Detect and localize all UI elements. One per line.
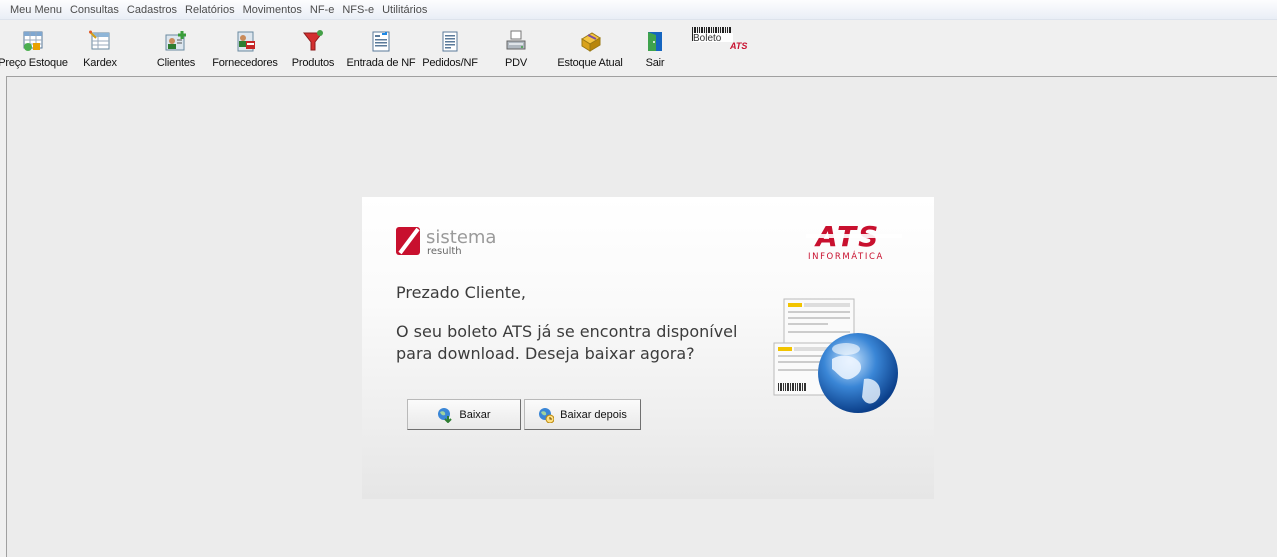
price-table-icon <box>23 31 43 51</box>
toolbar-label: Clientes <box>156 57 196 69</box>
toolbar-entrada-nf-button[interactable]: Entrada de NF <box>345 23 417 69</box>
boleto-globe-illustration <box>773 298 898 413</box>
ats-informatica-logo: ATS INFORMÁTICA <box>806 222 902 262</box>
toolbar-sair-button[interactable]: Sair <box>640 23 670 69</box>
kardex-table-icon <box>89 30 110 50</box>
suppliers-icon <box>237 31 255 52</box>
toolbar-label: Preço Estoque <box>0 57 68 69</box>
toolbar-label: Pedidos/NF <box>422 57 478 69</box>
menu-meu-menu[interactable]: Meu Menu <box>6 0 66 20</box>
toolbar-fornecedores-button[interactable]: Fornecedores <box>210 23 280 69</box>
menu-utilitarios[interactable]: Utilitários <box>378 0 431 20</box>
pos-printer-icon <box>506 30 526 50</box>
greeting-text: Prezado Cliente, <box>396 283 526 302</box>
toolbar-label: Sair <box>645 57 665 69</box>
boleto-ats-logo-icon: Boleto ATS <box>692 27 747 51</box>
toolbar: Preço Estoque Kardex Clientes Fornecedor… <box>0 20 1277 73</box>
boleto-logo-text: Boleto <box>693 33 722 44</box>
download-later-button-label: Baixar depois <box>560 408 627 421</box>
toolbar-label: PDV <box>504 57 528 69</box>
clients-icon <box>165 31 186 51</box>
exit-door-icon <box>648 32 662 51</box>
brand-left-sub: resulth <box>427 246 462 257</box>
toolbar-pdv-button[interactable]: PDV <box>496 23 536 69</box>
menu-cadastros[interactable]: Cadastros <box>123 0 181 20</box>
message-text: O seu boleto ATS já se encontra disponív… <box>396 322 738 363</box>
boleto-notification-dialog: sistema resulth ATS INFORMÁTICA Prezado … <box>362 197 934 499</box>
menu-nfse[interactable]: NFS-e <box>338 0 378 20</box>
toolbar-clientes-button[interactable]: Clientes <box>152 23 200 69</box>
download-button-label: Baixar <box>459 408 491 421</box>
globe-download-icon <box>438 407 453 423</box>
toolbar-pedidos-nf-button[interactable]: Pedidos/NF <box>420 23 480 69</box>
toolbar-label: Fornecedores <box>212 57 278 69</box>
brand-right-sub: INFORMÁTICA <box>808 250 884 262</box>
toolbar-produtos-button[interactable]: Produtos <box>289 23 337 69</box>
menu-consultas[interactable]: Consultas <box>66 0 123 20</box>
toolbar-boleto-button[interactable]: Boleto ATS <box>690 23 754 55</box>
menu-bar: Meu Menu Consultas Cadastros Relatórios … <box>0 0 1277 20</box>
download-button[interactable]: Baixar <box>407 399 521 430</box>
stock-box-icon <box>581 32 601 52</box>
menu-nfe[interactable]: NF-e <box>306 0 338 20</box>
globe-clock-icon <box>539 407 555 423</box>
orders-icon <box>442 31 458 52</box>
brand-left-main: sistema <box>426 227 496 248</box>
toolbar-label: Estoque Atual <box>557 57 623 69</box>
products-icon <box>302 30 324 51</box>
toolbar-estoque-atual-button[interactable]: Estoque Atual <box>555 23 625 69</box>
toolbar-kardex-button[interactable]: Kardex <box>76 23 124 69</box>
sistema-resulth-logo: sistema resulth <box>396 227 496 257</box>
toolbar-preco-estoque-button[interactable]: Preço Estoque <box>0 23 68 69</box>
menu-movimentos[interactable]: Movimentos <box>239 0 306 20</box>
invoice-entry-icon <box>372 31 390 52</box>
menu-relatorios[interactable]: Relatórios <box>181 0 239 20</box>
toolbar-label: Produtos <box>291 57 335 69</box>
boleto-logo-suffix: ATS <box>729 41 747 51</box>
download-later-button[interactable]: Baixar depois <box>524 399 641 430</box>
toolbar-label: Entrada de NF <box>346 57 416 69</box>
toolbar-label: Kardex <box>83 57 117 69</box>
